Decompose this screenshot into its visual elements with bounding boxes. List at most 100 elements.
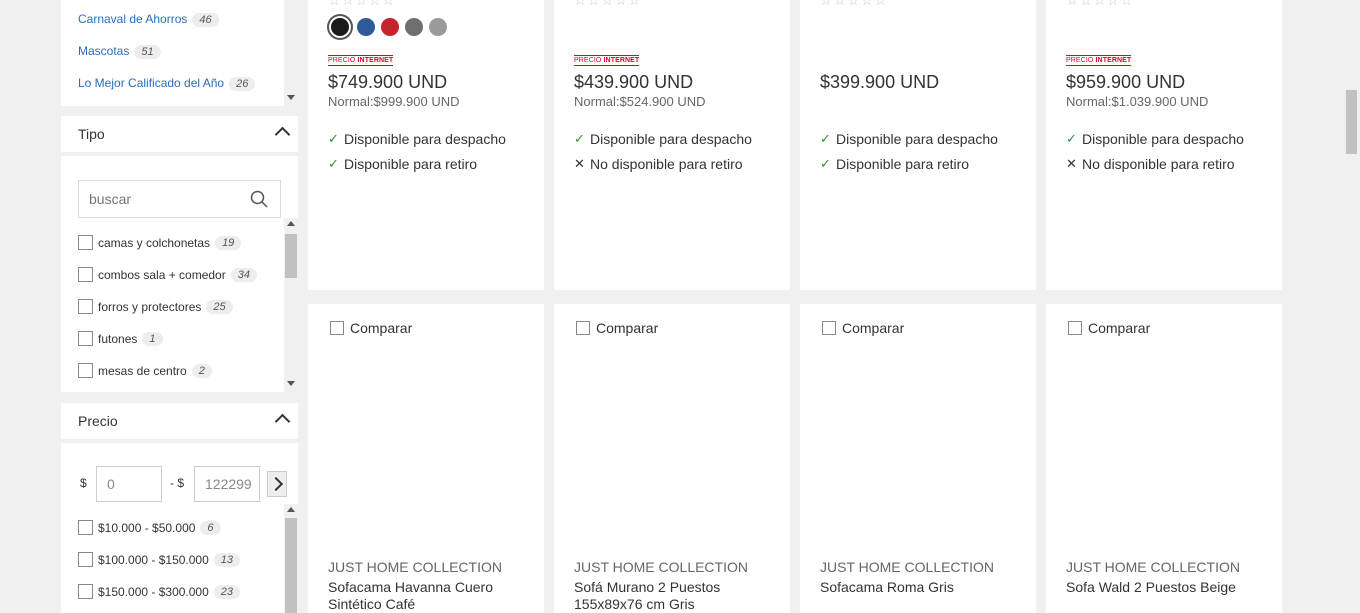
color-swatch[interactable] [357, 18, 375, 36]
close-icon: ✕ [574, 156, 585, 171]
despacho-label: Disponible para despacho [836, 131, 998, 147]
precio-scrollbar[interactable] [284, 504, 298, 613]
checkbox[interactable] [78, 299, 93, 314]
product-card[interactable]: Comparar JUST HOME COLLECTION Sofacama H… [308, 304, 544, 613]
check-icon: ✓ [574, 131, 585, 146]
scroll-up-arrow[interactable] [287, 507, 295, 512]
compare-toggle[interactable]: Comparar [576, 320, 658, 336]
precio-filter-panel: $ - $ $10.000 - $50.000 6 $100.000 - $150… [61, 443, 298, 613]
chevron-up-icon[interactable] [274, 126, 291, 143]
check-icon: ✓ [820, 156, 831, 171]
internet-price-badge: PRECIO INTERNET [328, 55, 394, 66]
scroll-down-arrow[interactable] [287, 95, 295, 100]
color-swatch[interactable] [405, 18, 423, 36]
checkbox[interactable] [78, 267, 93, 282]
tipo-option[interactable]: mesas de centro 2 [78, 363, 212, 378]
product-name[interactable]: Sofacama Roma Gris [820, 579, 1020, 596]
internet-price-badge: PRECIO INTERNET [1066, 55, 1132, 66]
compare-checkbox[interactable] [576, 321, 590, 335]
product-card[interactable]: ☆☆☆☆☆ PRECIO INTERNET $439.900 UND Norma… [554, 0, 790, 290]
tipo-option[interactable]: combos sala + comedor 34 [78, 267, 257, 282]
promo-link-carnaval[interactable]: Carnaval de Ahorros 46 [78, 12, 219, 27]
promo-link-label: Carnaval de Ahorros [78, 12, 188, 26]
tipo-scrollbar[interactable] [284, 218, 298, 392]
tipo-search-box [78, 180, 281, 218]
check-icon: ✓ [328, 156, 339, 171]
max-price-input[interactable] [194, 466, 260, 502]
scroll-thumb[interactable] [285, 234, 297, 278]
rating-stars: ☆☆☆☆☆ [574, 0, 642, 8]
price-range-option[interactable]: $100.000 - $150.000 13 [78, 552, 241, 567]
scroll-down-arrow[interactable] [287, 381, 295, 386]
product-price: $959.900 UND [1066, 72, 1186, 92]
checkbox[interactable] [78, 363, 93, 378]
retiro-label: Disponible para retiro [344, 156, 478, 172]
price-range-option[interactable]: $10.000 - $50.000 6 [78, 520, 221, 535]
normal-price: Normal:$1.039.900 UND [1066, 94, 1209, 109]
despacho-status: ✓ Disponible para despacho [1066, 131, 1244, 147]
despacho-label: Disponible para despacho [344, 131, 506, 147]
page-scrollbar[interactable] [1343, 0, 1360, 613]
color-swatch[interactable] [381, 18, 399, 36]
tipo-title: Tipo [78, 126, 105, 142]
compare-checkbox[interactable] [1068, 321, 1082, 335]
checkbox[interactable] [78, 552, 93, 567]
chevron-up-icon[interactable] [274, 413, 291, 430]
product-price: $439.900 UND [574, 72, 694, 92]
option-label: mesas de centro [98, 363, 187, 378]
badge-prefix: PRECIO [574, 57, 602, 64]
compare-toggle[interactable]: Comparar [1068, 320, 1150, 336]
price-range-option[interactable]: $150.000 - $300.000 23 [78, 584, 241, 599]
promo-scrollbar[interactable] [284, 0, 298, 106]
promo-link-label: Lo Mejor Calificado del Año [78, 76, 225, 90]
compare-toggle[interactable]: Comparar [330, 320, 412, 336]
currency-label: $ [80, 476, 87, 490]
tipo-option[interactable]: futones 1 [78, 331, 163, 346]
option-label: camas y colchonetas [98, 235, 211, 250]
promo-count: 46 [192, 13, 219, 27]
tipo-option[interactable]: camas y colchonetas 19 [78, 235, 242, 250]
checkbox[interactable] [78, 331, 93, 346]
compare-label: Comparar [1088, 320, 1151, 336]
compare-label: Comparar [842, 320, 905, 336]
checkbox[interactable] [78, 235, 93, 250]
tipo-option[interactable]: forros y protectores 25 [78, 299, 233, 314]
product-card[interactable]: ☆☆☆☆☆ PRECIO INTERNET $959.900 UND Norma… [1046, 0, 1282, 290]
promo-link-mascotas[interactable]: Mascotas 51 [78, 44, 161, 59]
checkbox[interactable] [78, 520, 93, 535]
promo-link-mejor-calificado[interactable]: Lo Mejor Calificado del Año 26 [78, 76, 256, 91]
despacho-status: ✓ Disponible para despacho [574, 131, 752, 147]
product-card[interactable]: ☆☆☆☆☆ $399.900 UND ✓ Disponible para desp… [800, 0, 1036, 290]
search-icon[interactable] [250, 190, 268, 208]
product-brand: JUST HOME COLLECTION [820, 559, 994, 575]
option-count: 23 [213, 584, 241, 599]
color-swatch[interactable] [429, 18, 447, 36]
compare-checkbox[interactable] [822, 321, 836, 335]
precio-filter-header[interactable]: Precio [61, 403, 298, 439]
tipo-filter-header[interactable]: Tipo [61, 116, 298, 152]
rating-stars: ☆☆☆☆☆ [820, 0, 888, 8]
check-icon: ✓ [1066, 131, 1077, 146]
product-card[interactable]: Comparar JUST HOME COLLECTION Sofacama R… [800, 304, 1036, 613]
promo-count: 26 [229, 77, 256, 91]
retiro-status: ✓ Disponible para retiro [820, 156, 969, 172]
compare-checkbox[interactable] [330, 321, 344, 335]
product-card[interactable]: Comparar JUST HOME COLLECTION Sofá Muran… [554, 304, 790, 613]
min-price-input[interactable] [96, 466, 162, 502]
tipo-search-input[interactable] [79, 181, 239, 217]
page-scroll-thumb[interactable] [1346, 90, 1357, 154]
product-name[interactable]: Sofacama Havanna Cuero Sintético Café [328, 579, 528, 613]
badge-prefix: PRECIO [328, 57, 356, 64]
despacho-status: ✓ Disponible para despacho [820, 131, 998, 147]
product-name[interactable]: Sofá Murano 2 Puestos 155x89x76 cm Gris [574, 579, 774, 613]
scroll-thumb[interactable] [285, 518, 297, 613]
color-swatch[interactable] [331, 18, 349, 36]
product-card[interactable]: Comparar JUST HOME COLLECTION Sofa Wald … [1046, 304, 1282, 613]
product-name[interactable]: Sofa Wald 2 Puestos Beige [1066, 579, 1266, 596]
apply-price-button[interactable] [267, 471, 287, 497]
product-card[interactable]: ☆☆☆☆☆ PRECIO INTERNET $749.900 UND Norma… [308, 0, 544, 290]
scroll-up-arrow[interactable] [287, 221, 295, 226]
compare-toggle[interactable]: Comparar [822, 320, 904, 336]
checkbox[interactable] [78, 584, 93, 599]
badge-suffix: INTERNET [1095, 57, 1132, 64]
